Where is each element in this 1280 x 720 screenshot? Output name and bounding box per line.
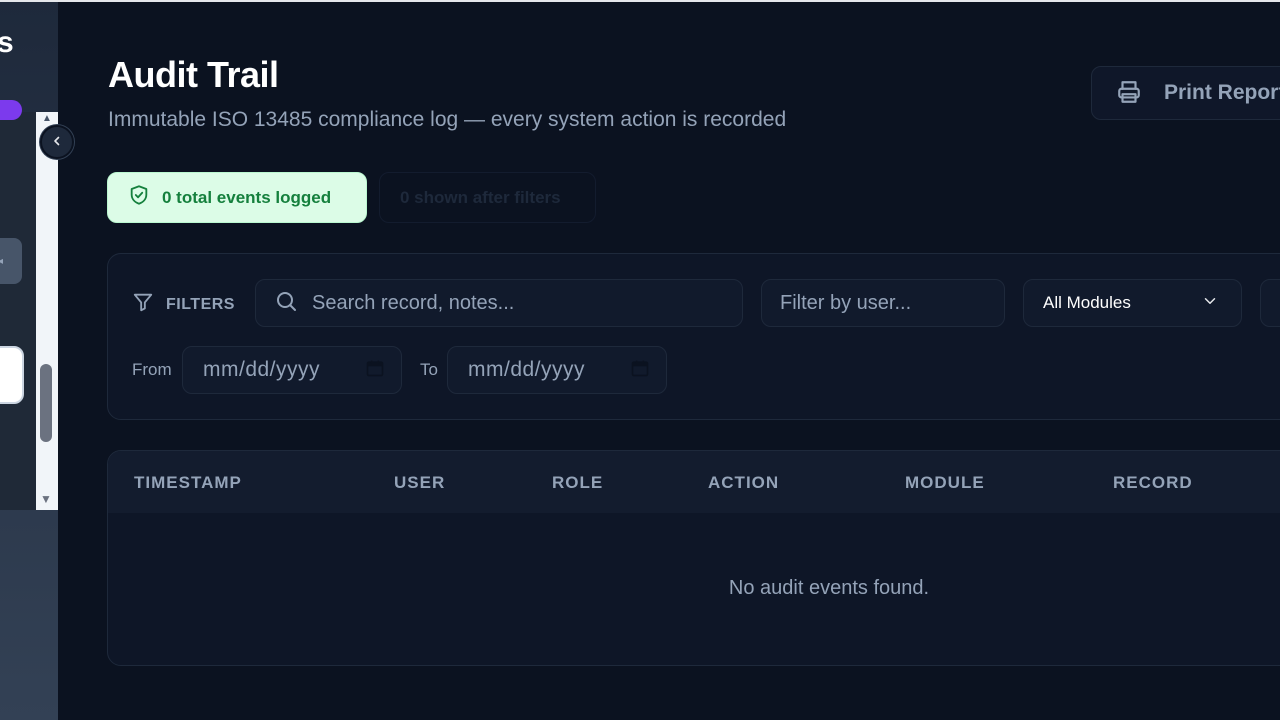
print-report-button[interactable]: Print Report [1091, 66, 1280, 120]
date-to-input[interactable]: mm/dd/yyyy [447, 346, 667, 394]
scroll-up-arrow-icon[interactable]: ▲ [40, 112, 54, 126]
sidebar: s ◂ ▲ ▼ [0, 2, 58, 720]
column-header-timestamp[interactable]: TIMESTAMP [134, 473, 242, 493]
print-report-label: Print Report [1164, 81, 1280, 104]
empty-state-message: No audit events found. [728, 577, 930, 599]
calendar-icon[interactable] [630, 358, 650, 383]
sidebar-scrollbar[interactable] [36, 112, 58, 510]
module-select[interactable]: All Modules [1023, 279, 1242, 327]
scrollbar-thumb[interactable] [40, 364, 52, 442]
sidebar-item-marker: ◂ [0, 256, 4, 267]
calendar-icon[interactable] [365, 358, 385, 383]
printer-icon [1116, 79, 1142, 108]
scroll-down-arrow-icon[interactable]: ▼ [38, 492, 54, 506]
audit-table: TIMESTAMP USER ROLE ACTION MODULE RECORD… [107, 450, 1280, 666]
shown-events-label: 0 shown after filters [400, 187, 561, 207]
column-header-record[interactable]: RECORD [1113, 473, 1193, 493]
date-to-placeholder: mm/dd/yyyy [468, 358, 586, 381]
search-input[interactable] [312, 291, 712, 315]
search-field[interactable] [255, 279, 743, 327]
user-filter-field[interactable] [761, 279, 1005, 327]
filter-funnel-icon [132, 291, 154, 318]
secondary-filter-select[interactable] [1260, 279, 1280, 327]
page-subtitle: Immutable ISO 13485 compliance log — eve… [108, 108, 787, 131]
module-select-value: All Modules [1043, 293, 1131, 312]
search-icon [274, 289, 298, 318]
date-from-label: From [132, 360, 172, 379]
date-to-label: To [420, 360, 438, 379]
date-from-input[interactable]: mm/dd/yyyy [182, 346, 402, 394]
chevron-left-icon [51, 135, 63, 150]
filters-heading: FILTERS [132, 291, 235, 318]
column-header-role[interactable]: ROLE [552, 473, 603, 493]
sidebar-brand-text: s [0, 26, 14, 59]
column-header-action[interactable]: ACTION [708, 473, 779, 493]
column-header-module[interactable]: MODULE [905, 473, 985, 493]
window-top-edge [0, 0, 1280, 2]
shield-check-icon [128, 184, 150, 211]
total-events-badge: 0 total events logged [107, 172, 367, 223]
shown-events-badge: 0 shown after filters [379, 172, 596, 223]
column-header-user[interactable]: USER [394, 473, 445, 493]
table-header-row: TIMESTAMP USER ROLE ACTION MODULE RECORD [108, 451, 1280, 513]
date-from-placeholder: mm/dd/yyyy [203, 358, 321, 381]
filters-label: FILTERS [166, 295, 235, 313]
page-title: Audit Trail [108, 54, 279, 95]
chevron-down-icon [1201, 292, 1219, 315]
user-filter-input[interactable] [780, 291, 990, 315]
sidebar-brand-badge [0, 100, 22, 120]
sidebar-card[interactable] [0, 346, 24, 404]
sidebar-item-active[interactable] [0, 238, 22, 284]
total-events-label: 0 total events logged [162, 187, 332, 207]
sidebar-collapse-button[interactable] [40, 125, 74, 159]
